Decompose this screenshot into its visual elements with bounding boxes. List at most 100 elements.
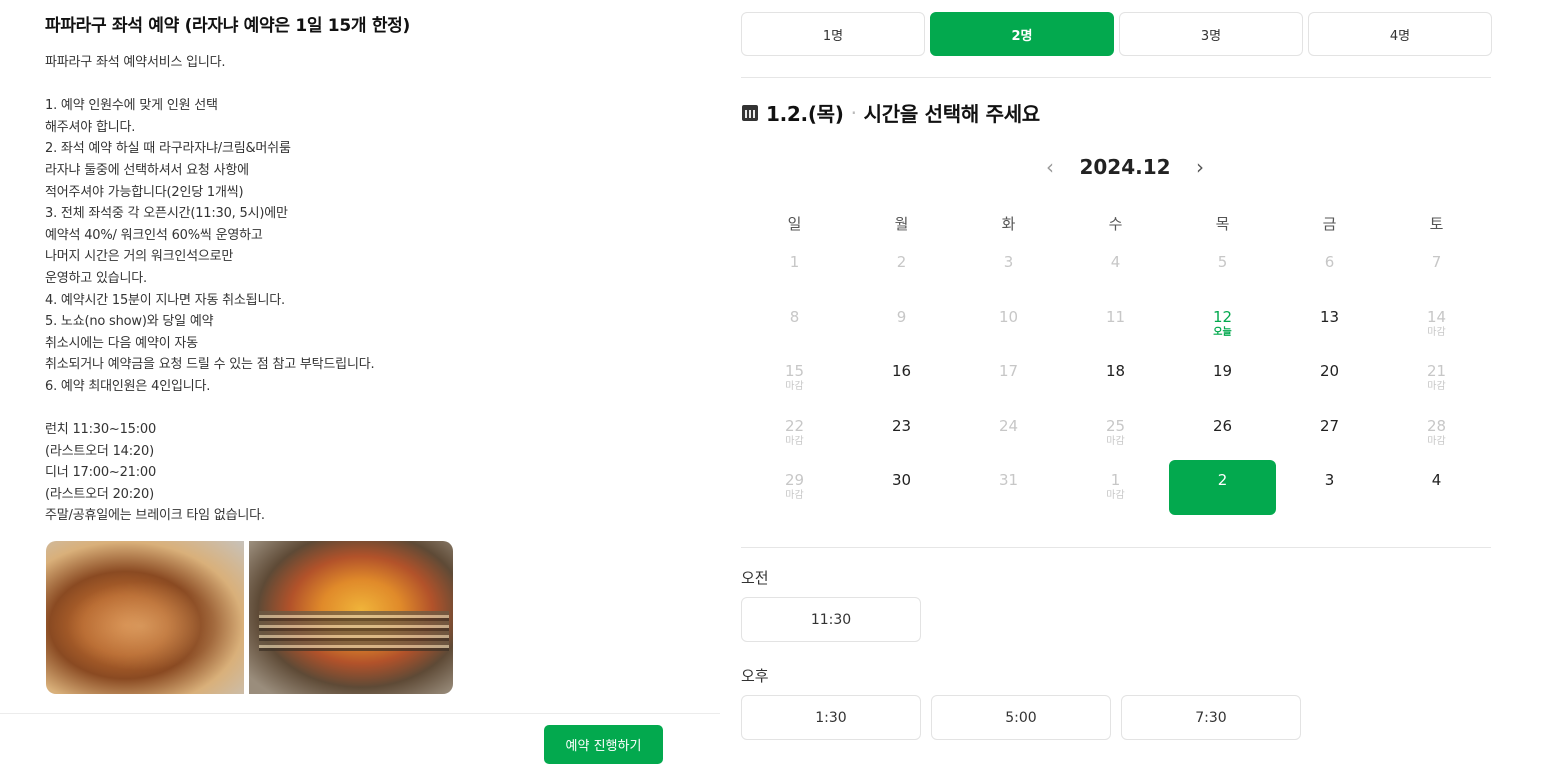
weekday-label: 토 [1429, 215, 1444, 233]
day-number: 10 [998, 307, 1019, 326]
day-number: 29 [784, 471, 805, 489]
weekday-label: 수 [1108, 215, 1123, 233]
calendar-day: 3 [955, 242, 1062, 297]
description-line: 3. 전체 좌석중 각 오픈시간(11:30, 5시)에만 [45, 206, 288, 222]
party-size-selector: 1명 2명 3명 4명 [741, 12, 1492, 56]
description-line: 취소시에는 다음 예약이 자동 [45, 335, 198, 351]
time-slot-button[interactable]: 11:30 [741, 597, 921, 642]
calendar-icon [742, 104, 758, 121]
calendar-day: 15 마감 [741, 351, 848, 406]
day-status: 마감 [1427, 381, 1446, 392]
calendar-day: 31 [955, 460, 1062, 515]
calendar-day[interactable]: 16 [848, 351, 955, 406]
description-line: 해주셔야 합니다. [45, 119, 136, 135]
product-description: 파파라구 좌석 예약서비스 입니다. 1. 예약 인원수에 맞게 인원 선택 해주셔… [45, 52, 685, 527]
lasagna-photo-2[interactable] [249, 541, 453, 694]
day-number: 11 [1105, 307, 1126, 326]
calendar-day[interactable]: 4 [1383, 460, 1490, 515]
calendar-day[interactable]: 23 [848, 406, 955, 461]
description-line: 디너 17:00~21:00 [45, 465, 157, 481]
calendar-day: 9 [848, 297, 955, 352]
next-month-icon[interactable]: › [1190, 155, 1210, 179]
description-line: 나머지 시간은 거의 워크인석으로만 [45, 249, 234, 265]
lasagna-photo-1[interactable] [46, 541, 244, 694]
proceed-reservation-button[interactable]: 예약 진행하기 [544, 725, 663, 764]
description-line [45, 74, 685, 96]
prev-month-icon[interactable]: ‹ [1040, 155, 1060, 179]
day-status: 마감 [1106, 435, 1125, 447]
day-number: 1 [1110, 471, 1121, 489]
month-navigator: ‹ 2024.12 › [1040, 152, 1210, 182]
description-line: 4. 예약시간 15분이 지나면 자동 취소됩니다. [45, 292, 285, 308]
day-number: 12 [1212, 307, 1233, 326]
product-photos [46, 541, 453, 694]
calendar-week: 22 마감 23 24 25 마감 26 27 28 마감 [741, 406, 1490, 461]
description-line: 예약석 40%/ 워크인석 60%씩 운영하고 [45, 227, 263, 243]
day-number: 23 [891, 416, 912, 435]
party-size-option[interactable]: 4명 [1308, 12, 1492, 56]
weekday-label: 일 [787, 215, 802, 233]
calendar-day[interactable]: 26 [1169, 406, 1276, 461]
weekday-label: 월 [894, 215, 909, 233]
calendar-day[interactable]: 19 [1169, 351, 1276, 406]
day-number: 21 [1426, 362, 1447, 380]
weekday-header: 일월화수목금토 [741, 206, 1490, 242]
day-number: 19 [1212, 362, 1233, 380]
day-number: 7 [1431, 253, 1442, 271]
calendar-day[interactable]: 30 [848, 460, 955, 515]
day-number: 3 [1003, 253, 1014, 271]
day-number: 15 [784, 362, 805, 380]
day-number: 4 [1110, 253, 1121, 271]
divider [741, 547, 1491, 548]
calendar-day[interactable]: 13 [1276, 297, 1383, 352]
calendar-day[interactable]: 27 [1276, 406, 1383, 461]
day-number: 5 [1217, 253, 1228, 271]
weekday-label: 화 [1001, 215, 1016, 233]
month-label: 2024.12 [1079, 155, 1171, 179]
party-size-option[interactable]: 2명 [930, 12, 1114, 56]
day-number: 22 [784, 416, 805, 435]
calendar-day: 5 [1169, 242, 1276, 297]
day-number: 1 [789, 253, 800, 271]
day-number: 8 [789, 307, 800, 326]
calendar-day[interactable]: 12 오늘 [1169, 297, 1276, 352]
party-size-option[interactable]: 1명 [741, 12, 925, 56]
calendar-day[interactable]: 20 [1276, 351, 1383, 406]
day-number: 2 [1217, 471, 1228, 489]
description-line: 파파라구 좌석 예약서비스 입니다. [45, 55, 226, 70]
description-line: 6. 예약 최대인원은 4인입니다. [45, 378, 211, 394]
calendar-day: 1 마감 [1062, 460, 1169, 515]
calendar-day[interactable]: 2 [1169, 460, 1276, 515]
party-size-option[interactable]: 3명 [1119, 12, 1303, 56]
time-slot-button[interactable]: 7:30 [1121, 695, 1301, 740]
calendar-day[interactable]: 18 [1062, 351, 1169, 406]
product-panel: 파파라구 좌석 예약 (라자냐 예약은 1일 15개 한정) 파파라구 좌석 예… [0, 0, 720, 764]
day-number: 4 [1431, 471, 1442, 489]
calendar-day: 28 마감 [1383, 406, 1490, 461]
day-status: 마감 [785, 490, 804, 501]
am-label: 오전 [741, 569, 769, 587]
day-number: 2 [896, 253, 907, 271]
day-status: 마감 [785, 381, 804, 392]
day-number: 30 [891, 471, 912, 489]
description-line: 5. 노쇼(no show)와 당일 예약 [45, 314, 214, 330]
day-number: 20 [1319, 362, 1340, 380]
calendar-grid: 일월화수목금토 1 2 3 4 5 6 7 8 9 10 11 12 오늘 13 14 마감 15 마감 16 17 1… [741, 206, 1490, 515]
day-status: 오늘 [1213, 326, 1232, 338]
calendar-week: 1 2 3 4 5 6 7 [741, 242, 1490, 297]
day-number: 28 [1426, 416, 1447, 435]
day-status: 마감 [785, 435, 804, 447]
divider [741, 77, 1491, 78]
description-line: 주말/공휴일에는 브레이크 타임 없습니다. [45, 508, 265, 524]
day-number: 16 [891, 362, 912, 380]
calendar-day: 29 마감 [741, 460, 848, 515]
description-line: (라스트오더 20:20) [45, 486, 154, 502]
day-status: 마감 [1106, 490, 1125, 501]
time-slot-button[interactable]: 5:00 [931, 695, 1111, 740]
day-number: 26 [1212, 416, 1233, 435]
calendar-day: 14 마감 [1383, 297, 1490, 352]
day-number: 17 [998, 362, 1019, 380]
time-prompt: 시간을 선택해 주세요 [863, 102, 1041, 126]
calendar-day[interactable]: 3 [1276, 460, 1383, 515]
time-slot-button[interactable]: 1:30 [741, 695, 921, 740]
